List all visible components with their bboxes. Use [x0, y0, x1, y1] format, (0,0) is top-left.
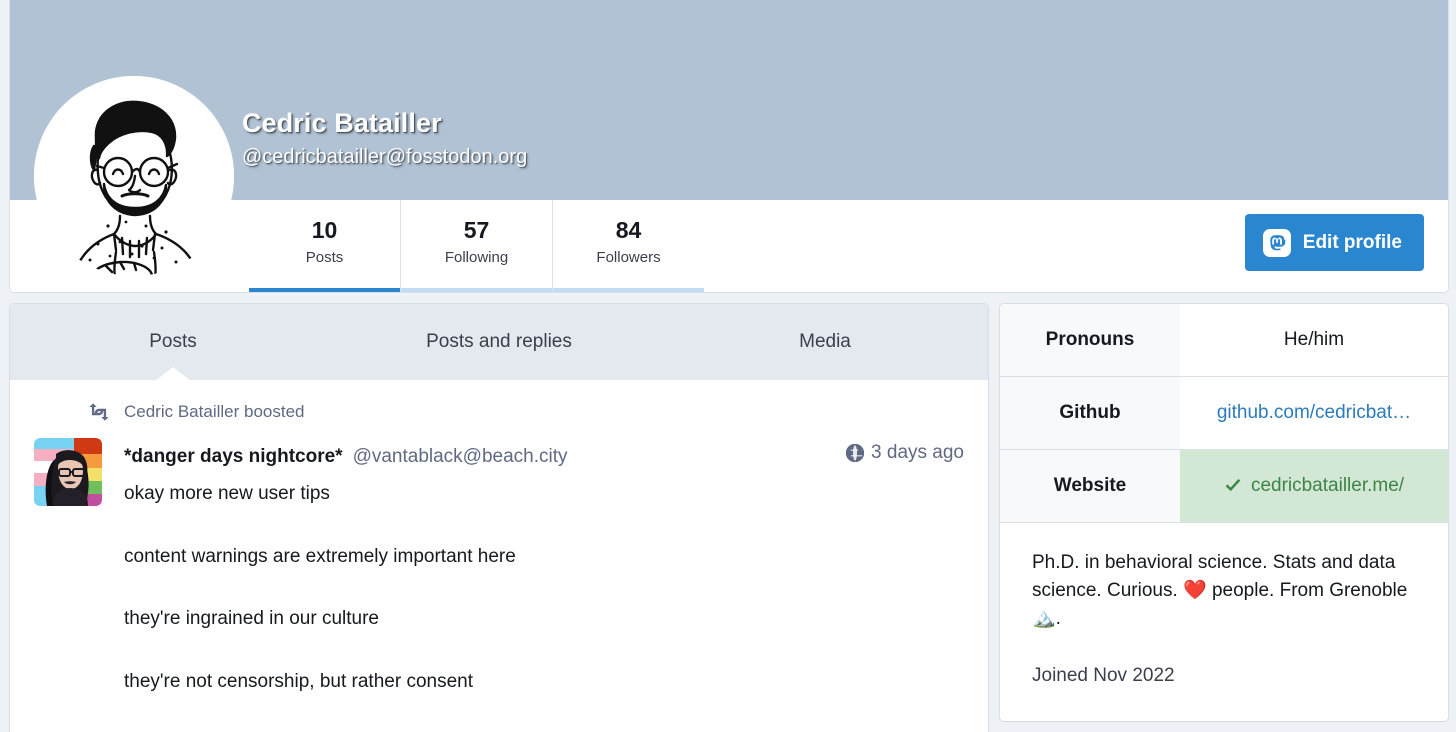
heart-emoji-icon: ❤️: [1183, 580, 1207, 602]
profile-page: Cedric Batailler @cedricbatailler@fossto…: [0, 0, 1456, 732]
counter-followers[interactable]: 84 Followers: [552, 200, 704, 292]
metadata-value-github[interactable]: github.com/cedricbat…: [1180, 377, 1448, 449]
metadata-row-github: Github github.com/cedricbat…: [1000, 377, 1448, 450]
mountain-emoji-icon: 🏔️: [1032, 608, 1056, 630]
counter-posts[interactable]: 10 Posts: [249, 200, 400, 292]
bio-part-2: people. From Grenoble: [1211, 580, 1408, 602]
counter-followers-value: 84: [615, 217, 642, 243]
metadata-value-website[interactable]: cedricbatailler.me/: [1180, 450, 1448, 522]
verified-check-icon: [1225, 479, 1241, 492]
metadata-value-pronouns: He/him: [1283, 329, 1345, 350]
boost-indicator: Cedric Batailler boosted: [10, 380, 988, 432]
post-time-label: 3 days ago: [871, 442, 964, 463]
profile-display-name: Cedric Batailler: [242, 108, 442, 138]
timeline-column: Posts Posts and replies Media Cedric Bat…: [10, 304, 988, 732]
profile-counters: 10 Posts 57 Following 84 Followers: [249, 200, 704, 292]
metadata-website-link: cedricbatailler.me/: [1250, 475, 1405, 496]
counter-followers-label: Followers: [596, 249, 661, 267]
post-header: *danger days nightcore* @vantablack@beac…: [124, 442, 964, 468]
counter-followers-indicator: [553, 288, 704, 292]
profile-tabs: Posts Posts and replies Media: [10, 304, 988, 381]
profile-joined-date: Joined Nov 2022: [1032, 665, 1175, 687]
metadata-row-website: Website cedricbatailler.me/: [1000, 450, 1448, 523]
counter-following-indicator: [401, 288, 552, 292]
tab-active-pointer: [155, 367, 191, 381]
metadata-label-website: Website: [1000, 450, 1180, 522]
post-author-handle[interactable]: @vantablack@beach.city: [353, 446, 836, 468]
metadata-label-github: Github: [1000, 377, 1180, 449]
bio-part-3: .: [1055, 608, 1061, 630]
counter-posts-indicator: [249, 288, 400, 292]
post-author-avatar[interactable]: [34, 438, 102, 506]
tab-media-label: Media: [799, 331, 851, 352]
edit-profile-label: Edit profile: [1302, 231, 1402, 253]
globe-icon: [846, 444, 865, 462]
profile-metadata-panel: Pronouns He/him Github github.com/cedric…: [1000, 304, 1448, 721]
post-author-name[interactable]: *danger days nightcore*: [124, 446, 343, 468]
profile-handle: @cedricbatailler@fosstodon.org: [242, 146, 528, 169]
post-avatar-image: [34, 438, 102, 506]
tab-posts-and-replies-label: Posts and replies: [426, 331, 572, 352]
avatar-illustration: [34, 76, 234, 276]
counter-following-label: Following: [444, 249, 509, 267]
profile-bio: Ph.D. in behavioral science. Stats and d…: [1000, 523, 1448, 633]
tab-posts[interactable]: Posts: [10, 304, 336, 381]
post-paragraph-3: they're ingrained in our culture: [124, 608, 379, 629]
post-paragraph-1: okay more new user tips: [124, 483, 330, 504]
counter-posts-label: Posts: [305, 249, 344, 267]
profile-header-card: Cedric Batailler @cedricbatailler@fossto…: [10, 0, 1448, 292]
tab-media[interactable]: Media: [662, 304, 988, 380]
boost-icon: [89, 403, 109, 421]
post-paragraph-2: content warnings are extremely important…: [124, 545, 516, 567]
counter-following-value: 57: [463, 217, 490, 243]
tab-posts-and-replies[interactable]: Posts and replies: [336, 304, 662, 380]
timeline-post: *danger days nightcore* @vantablack@beac…: [10, 432, 988, 730]
metadata-label-pronouns: Pronouns: [1000, 304, 1180, 376]
metadata-github-link: github.com/cedricbat…: [1216, 402, 1412, 423]
profile-identity: Cedric Batailler @cedricbatailler@fossto…: [242, 108, 527, 169]
post-timestamp[interactable]: 3 days ago: [846, 442, 964, 464]
profile-avatar[interactable]: [34, 76, 234, 276]
post-paragraph-4: they're not censorship, but rather conse…: [124, 670, 473, 692]
post-content: okay more new user tips content warnings…: [124, 480, 964, 696]
counter-following[interactable]: 57 Following: [400, 200, 552, 292]
metadata-row-pronouns: Pronouns He/him: [1000, 304, 1448, 377]
tab-posts-label: Posts: [149, 331, 197, 352]
post-body: *danger days nightcore* @vantablack@beac…: [124, 438, 964, 730]
edit-profile-button[interactable]: Edit profile: [1244, 214, 1424, 271]
mastodon-icon: [1262, 228, 1291, 257]
boost-text: Cedric Batailler boosted: [124, 402, 305, 421]
counter-posts-value: 10: [311, 217, 338, 243]
